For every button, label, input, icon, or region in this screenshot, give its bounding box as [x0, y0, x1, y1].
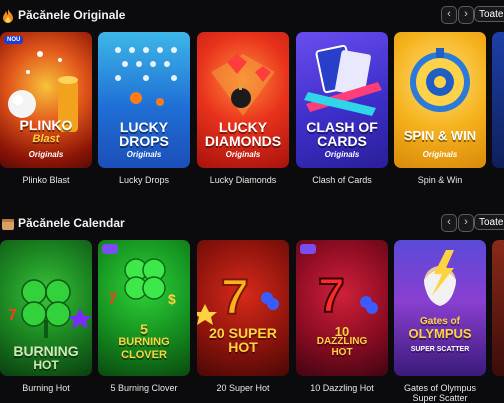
game-name[interactable]: Clash of Cards: [290, 174, 394, 186]
art-title: BURNING: [13, 343, 79, 359]
game-thumbnail[interactable]: CLASH OF CARDS Originals: [296, 32, 388, 168]
art-subtitle: HOT: [33, 358, 59, 372]
svg-text:7: 7: [221, 269, 249, 325]
originals-tag: Originals: [28, 150, 64, 159]
prev-button[interactable]: ‹: [441, 6, 457, 24]
view-all-button[interactable]: Toate: [474, 6, 504, 22]
prev-button[interactable]: ‹: [441, 214, 457, 232]
game-thumbnail[interactable]: LUCKY DIAMONDS Originals: [197, 32, 289, 168]
art-subtitle: DROPS: [119, 133, 169, 149]
section-header: Păcănele Originale ‹ › Toate: [0, 4, 504, 28]
section-header: Păcănele Calendar ‹ › Toate: [0, 212, 504, 236]
section-calendar: Păcănele Calendar ‹ › Toate 7 BURNING HO…: [0, 212, 504, 403]
game-thumbnail[interactable]: Gates of OLYMPUS SUPER SCATTER: [394, 240, 486, 376]
next-button[interactable]: ›: [458, 214, 474, 232]
section-title: Păcănele Originale: [18, 8, 126, 22]
originals-tag: Originals: [324, 150, 360, 159]
spin-wheel-art: [410, 48, 470, 112]
svg-text:7: 7: [108, 291, 117, 308]
game-thumbnail[interactable]: 7 BURNING HOT: [0, 240, 92, 376]
game-name[interactable]: 10 Dazzling Hot: [290, 382, 394, 394]
svg-text:7: 7: [318, 270, 345, 323]
art-subtitle: BURNING CLOVER: [118, 336, 170, 361]
game-card-partial[interactable]: [492, 240, 504, 376]
super-hot-art: 7: [197, 268, 279, 326]
svg-text:7: 7: [8, 307, 17, 324]
originals-tag: Originals: [422, 150, 458, 159]
game-card-partial[interactable]: [492, 32, 504, 168]
game-thumbnail[interactable]: SPIN & WIN Originals: [394, 32, 486, 168]
flame-icon: [3, 9, 13, 23]
calendar-icon: [2, 219, 14, 230]
section-originals: Păcănele Originale ‹ › Toate NOU PLINKO …: [0, 4, 504, 189]
art-subtitle: OLYMPUS: [408, 326, 472, 341]
plinko-art: [8, 51, 78, 132]
game-name[interactable]: Burning Hot: [0, 382, 98, 394]
game-thumbnail[interactable]: NOU PLINKO Blast Originals: [0, 32, 92, 168]
game-thumbnail[interactable]: 7 20 SUPER HOT: [197, 240, 289, 376]
art-subtitle: Blast: [32, 133, 60, 145]
art-subtitle: CARDS: [317, 133, 367, 149]
game-thumbnail[interactable]: 7 $ 5 BURNING CLOVER: [98, 240, 190, 376]
view-all-button[interactable]: Toate: [474, 214, 504, 230]
art-subtitle: HOT: [228, 339, 258, 355]
game-name[interactable]: Lucky Diamonds: [191, 174, 295, 186]
art-title: 5: [140, 321, 148, 337]
originals-tag: Originals: [225, 150, 261, 159]
art-title: PLINKO: [19, 117, 73, 133]
art-subtitle: DIAMONDS: [204, 133, 282, 149]
game-name[interactable]: Spin & Win: [388, 174, 492, 186]
art-title: SPIN & WIN: [403, 128, 477, 143]
next-button[interactable]: ›: [458, 6, 474, 24]
game-name-line2[interactable]: Super Scatter: [388, 393, 492, 403]
originals-tag: Originals: [126, 150, 162, 159]
new-badge: NOU: [4, 36, 24, 44]
game-name[interactable]: Lucky Drops: [92, 174, 196, 186]
section-title: Păcănele Calendar: [18, 216, 125, 230]
art-tagline: SUPER SCATTER: [410, 346, 470, 353]
game-name[interactable]: Plinko Blast: [0, 174, 98, 186]
svg-text:$: $: [168, 291, 176, 307]
art-subtitle: DAZZLING HOT: [316, 336, 368, 358]
game-name[interactable]: 20 Super Hot: [191, 382, 295, 394]
game-thumbnail[interactable]: LUCKY DROPS Originals: [98, 32, 190, 168]
game-thumbnail[interactable]: 7 10 DAZZLING HOT: [296, 240, 388, 376]
game-name[interactable]: 5 Burning Clover: [92, 382, 196, 394]
